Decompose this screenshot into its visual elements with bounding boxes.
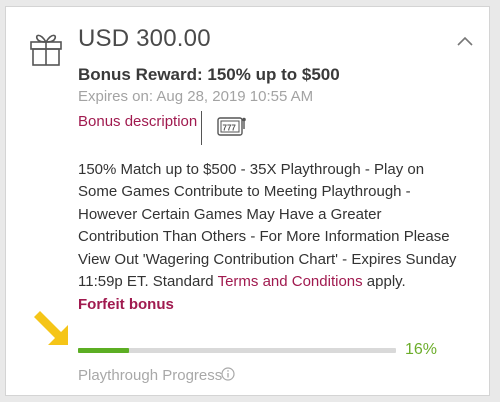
divider xyxy=(201,111,202,145)
bonus-terms-main: 150% Match up to $500 - 35X Playthrough … xyxy=(78,161,457,291)
bonus-card: USD 300.00 Bonus Reward: 150% up to $500… xyxy=(5,6,490,396)
chevron-up-icon[interactable] xyxy=(454,33,476,49)
gift-icon xyxy=(30,34,62,66)
forfeit-bonus-link[interactable]: Forfeit bonus xyxy=(78,296,174,313)
bonus-amount: USD 300.00 xyxy=(78,25,211,52)
bonus-terms-text: 150% Match up to $500 - 35X Playthrough … xyxy=(78,159,463,293)
playthrough-progress-bar xyxy=(78,348,396,353)
bonus-terms-tail: apply. xyxy=(362,273,406,291)
bonus-description-link[interactable]: Bonus description xyxy=(78,113,197,130)
playthrough-percent: 16% xyxy=(405,341,438,358)
playthrough-progress-fill xyxy=(78,348,129,353)
svg-text:777: 777 xyxy=(223,124,237,133)
slot-machine-icon: 777 xyxy=(217,117,246,136)
terms-and-conditions-link[interactable]: Terms and Conditions xyxy=(218,273,363,290)
bonus-title: Bonus Reward: 150% up to $500 xyxy=(78,65,340,84)
info-icon[interactable] xyxy=(221,367,235,381)
bonus-expiry: Expires on: Aug 28, 2019 10:55 AM xyxy=(78,88,314,105)
annotation-arrow-icon xyxy=(34,311,68,345)
playthrough-progress-label: Playthrough Progress xyxy=(78,367,223,384)
